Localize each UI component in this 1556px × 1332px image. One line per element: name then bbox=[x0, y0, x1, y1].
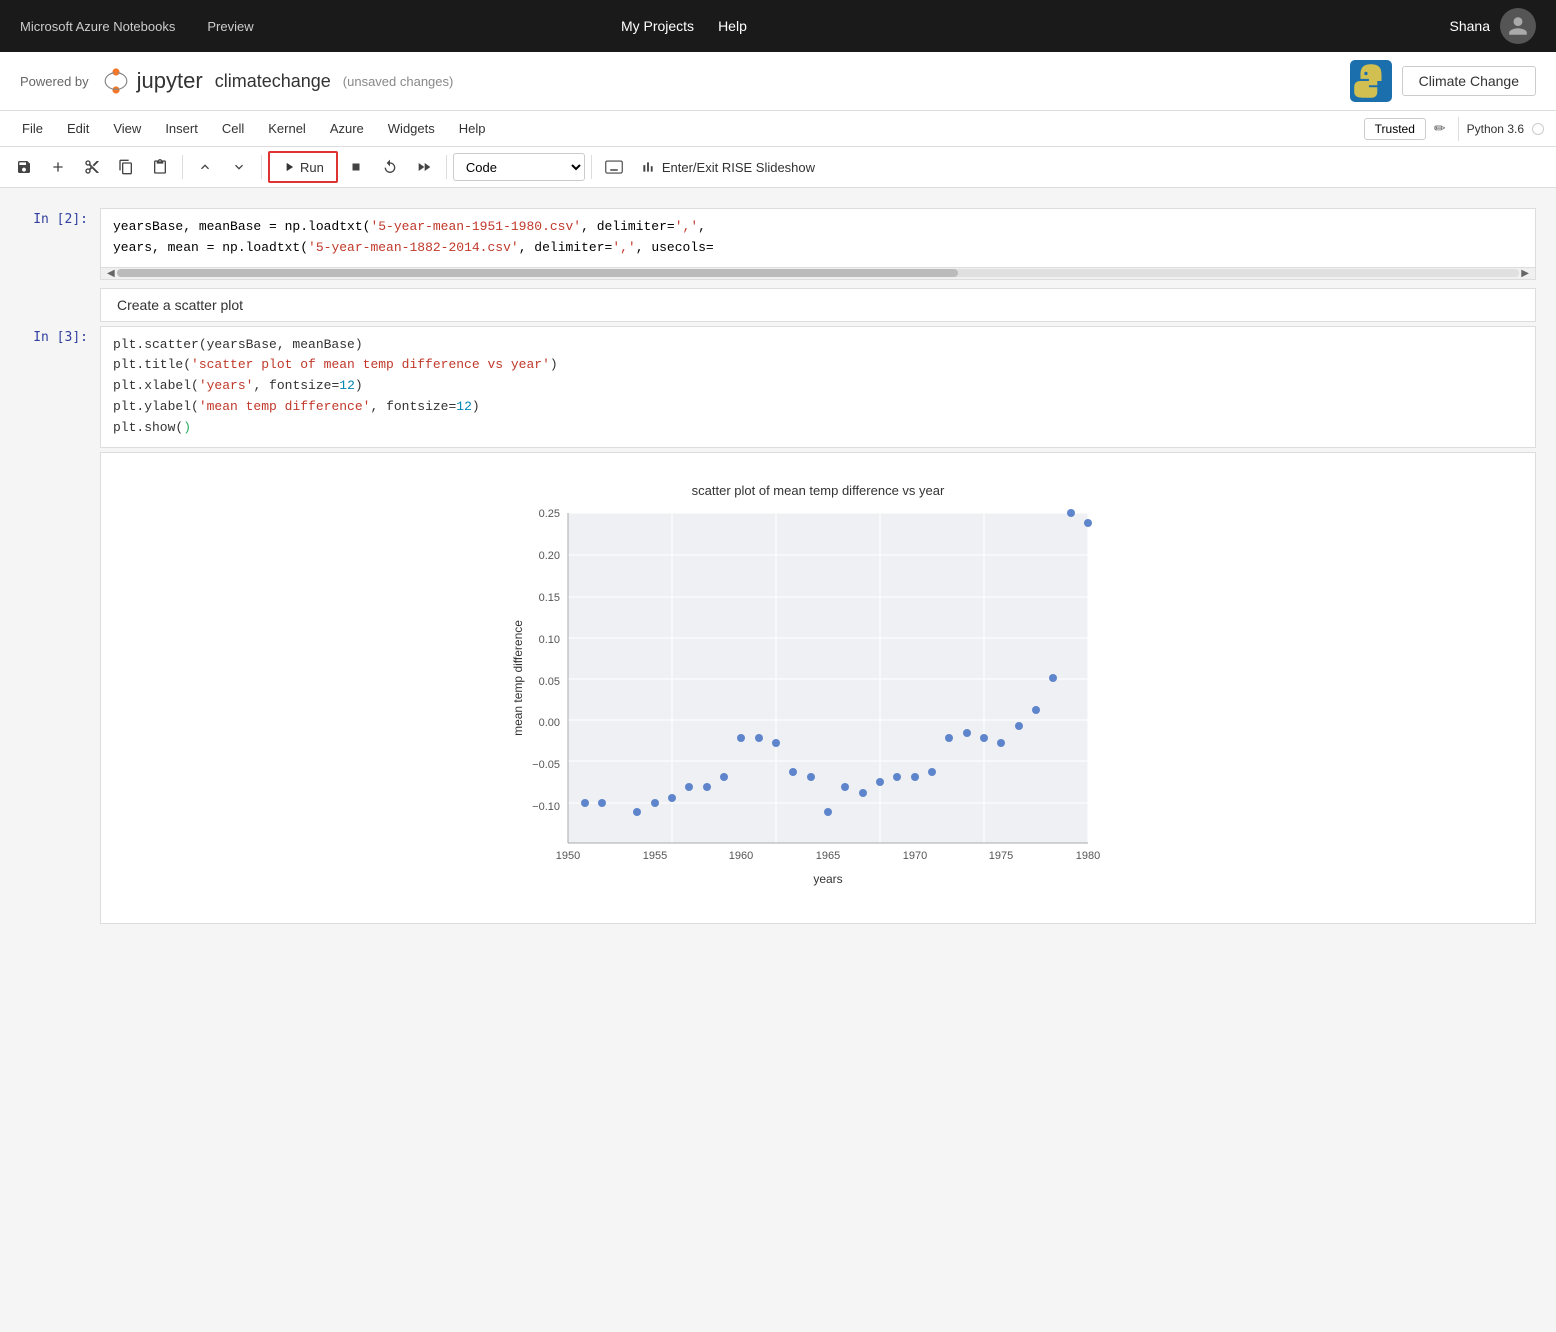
svg-text:mean temp difference: mean temp difference bbox=[511, 619, 525, 735]
fast-forward-button[interactable] bbox=[408, 151, 440, 183]
toolbar-separator-3 bbox=[446, 155, 447, 179]
top-navigation: Microsoft Azure Notebooks Preview My Pro… bbox=[0, 0, 1556, 52]
cell-1-code: yearsBase, meanBase = np.loadtxt('5-year… bbox=[101, 209, 1535, 267]
svg-text:0.00: 0.00 bbox=[539, 717, 560, 729]
bar-chart-icon bbox=[640, 159, 656, 175]
menu-cell[interactable]: Cell bbox=[212, 117, 254, 140]
toolbar-separator-1 bbox=[182, 155, 183, 179]
restart-button[interactable] bbox=[374, 151, 406, 183]
toolbar-separator-2 bbox=[261, 155, 262, 179]
svg-text:−0.05: −0.05 bbox=[532, 759, 560, 771]
svg-text:1960: 1960 bbox=[729, 850, 753, 862]
svg-text:0.10: 0.10 bbox=[539, 634, 560, 646]
markdown-cell[interactable]: Create a scatter plot bbox=[100, 288, 1536, 322]
move-down-button[interactable] bbox=[223, 151, 255, 183]
help-link[interactable]: Help bbox=[718, 18, 747, 34]
svg-text:−0.10: −0.10 bbox=[532, 801, 560, 813]
my-projects-link[interactable]: My Projects bbox=[621, 18, 694, 34]
markdown-cell-container: Create a scatter plot bbox=[0, 284, 1556, 326]
plot-output: scatter plot of mean temp difference vs … bbox=[100, 452, 1536, 924]
run-icon bbox=[282, 160, 296, 174]
preview-label: Preview bbox=[207, 19, 253, 34]
cell-1-scrollbar[interactable]: ◀ ▶ bbox=[101, 267, 1535, 279]
toolbar-separator-4 bbox=[591, 155, 592, 179]
cut-button[interactable] bbox=[76, 151, 108, 183]
python-logo-icon bbox=[1350, 60, 1392, 102]
kernel-status-indicator bbox=[1532, 123, 1544, 135]
jupyter-header: Powered by jupyter climatechange (unsave… bbox=[0, 52, 1556, 111]
unsaved-label: (unsaved changes) bbox=[343, 74, 454, 89]
jupyter-logo-icon bbox=[101, 66, 131, 96]
svg-text:1975: 1975 bbox=[989, 850, 1013, 862]
user-section: Shana bbox=[1450, 8, 1536, 44]
jupyter-logo: jupyter bbox=[101, 66, 203, 96]
menu-insert[interactable]: Insert bbox=[155, 117, 208, 140]
scrollbar-track bbox=[117, 269, 1520, 277]
toolbar: Run CodeMarkdownRaw NBConvertHeading Ent… bbox=[0, 147, 1556, 188]
svg-text:1980: 1980 bbox=[1076, 850, 1100, 862]
svg-text:1950: 1950 bbox=[556, 850, 580, 862]
menu-azure[interactable]: Azure bbox=[320, 117, 374, 140]
notebook-name: climatechange bbox=[215, 71, 331, 92]
scroll-right-arrow[interactable]: ▶ bbox=[1519, 268, 1531, 279]
cell-2-code: plt.scatter(yearsBase, meanBase) plt.tit… bbox=[101, 327, 1535, 447]
kernel-name-button[interactable]: Climate Change bbox=[1402, 66, 1536, 96]
menu-kernel[interactable]: Kernel bbox=[258, 117, 316, 140]
keyboard-button[interactable] bbox=[598, 151, 630, 183]
chart-wrapper: scatter plot of mean temp difference vs … bbox=[121, 473, 1515, 903]
menu-edit[interactable]: Edit bbox=[57, 117, 99, 140]
keyboard-icon bbox=[605, 160, 623, 174]
add-cell-button[interactable] bbox=[42, 151, 74, 183]
paste-button[interactable] bbox=[144, 151, 176, 183]
edit-pencil-icon[interactable]: ✏ bbox=[1434, 120, 1446, 137]
svg-text:0.25: 0.25 bbox=[539, 508, 560, 520]
menu-bar: File Edit View Insert Cell Kernel Azure … bbox=[0, 111, 1556, 147]
scatter-chart: scatter plot of mean temp difference vs … bbox=[508, 473, 1128, 903]
rise-label: Enter/Exit RISE Slideshow bbox=[662, 160, 815, 175]
run-button[interactable]: Run bbox=[268, 151, 338, 183]
cell-1-container: In [2]: yearsBase, meanBase = np.loadtxt… bbox=[0, 208, 1556, 280]
svg-text:years: years bbox=[813, 872, 842, 886]
move-up-button[interactable] bbox=[189, 151, 221, 183]
rise-slideshow-button[interactable]: Enter/Exit RISE Slideshow bbox=[640, 159, 815, 175]
svg-text:0.05: 0.05 bbox=[539, 676, 560, 688]
scroll-left-arrow[interactable]: ◀ bbox=[105, 268, 117, 279]
menu-help[interactable]: Help bbox=[449, 117, 496, 140]
cell-2-body[interactable]: plt.scatter(yearsBase, meanBase) plt.tit… bbox=[100, 326, 1536, 448]
powered-by-label: Powered by bbox=[20, 74, 89, 89]
jupyter-label: jupyter bbox=[137, 68, 203, 94]
menu-view[interactable]: View bbox=[103, 117, 151, 140]
svg-text:0.15: 0.15 bbox=[539, 592, 560, 604]
cell-1-body[interactable]: yearsBase, meanBase = np.loadtxt('5-year… bbox=[100, 208, 1536, 280]
save-button[interactable] bbox=[8, 151, 40, 183]
run-label: Run bbox=[300, 160, 324, 175]
menu-file[interactable]: File bbox=[12, 117, 53, 140]
kernel-version-label: Python 3.6 bbox=[1467, 122, 1524, 136]
brand-label: Microsoft Azure Notebooks bbox=[20, 19, 175, 34]
notebook-content: In [2]: yearsBase, meanBase = np.loadtxt… bbox=[0, 188, 1556, 948]
trusted-button[interactable]: Trusted bbox=[1364, 118, 1426, 140]
username-label: Shana bbox=[1450, 18, 1490, 34]
markdown-text: Create a scatter plot bbox=[117, 297, 243, 313]
menu-widgets[interactable]: Widgets bbox=[378, 117, 445, 140]
svg-text:1965: 1965 bbox=[816, 850, 840, 862]
cell-type-select[interactable]: CodeMarkdownRaw NBConvertHeading bbox=[453, 153, 585, 181]
nav-links: My Projects Help bbox=[621, 18, 747, 34]
svg-text:1955: 1955 bbox=[643, 850, 667, 862]
cell-2-label: In [3]: bbox=[20, 326, 100, 448]
scrollbar-thumb bbox=[117, 269, 959, 277]
copy-button[interactable] bbox=[110, 151, 142, 183]
cell-2-container: In [3]: plt.scatter(yearsBase, meanBase)… bbox=[0, 326, 1556, 448]
svg-text:0.20: 0.20 bbox=[539, 550, 560, 562]
chart-title: scatter plot of mean temp difference vs … bbox=[692, 483, 945, 498]
stop-button[interactable] bbox=[340, 151, 372, 183]
cell-1-label: In [2]: bbox=[20, 208, 100, 280]
avatar[interactable] bbox=[1500, 8, 1536, 44]
svg-text:1970: 1970 bbox=[903, 850, 927, 862]
